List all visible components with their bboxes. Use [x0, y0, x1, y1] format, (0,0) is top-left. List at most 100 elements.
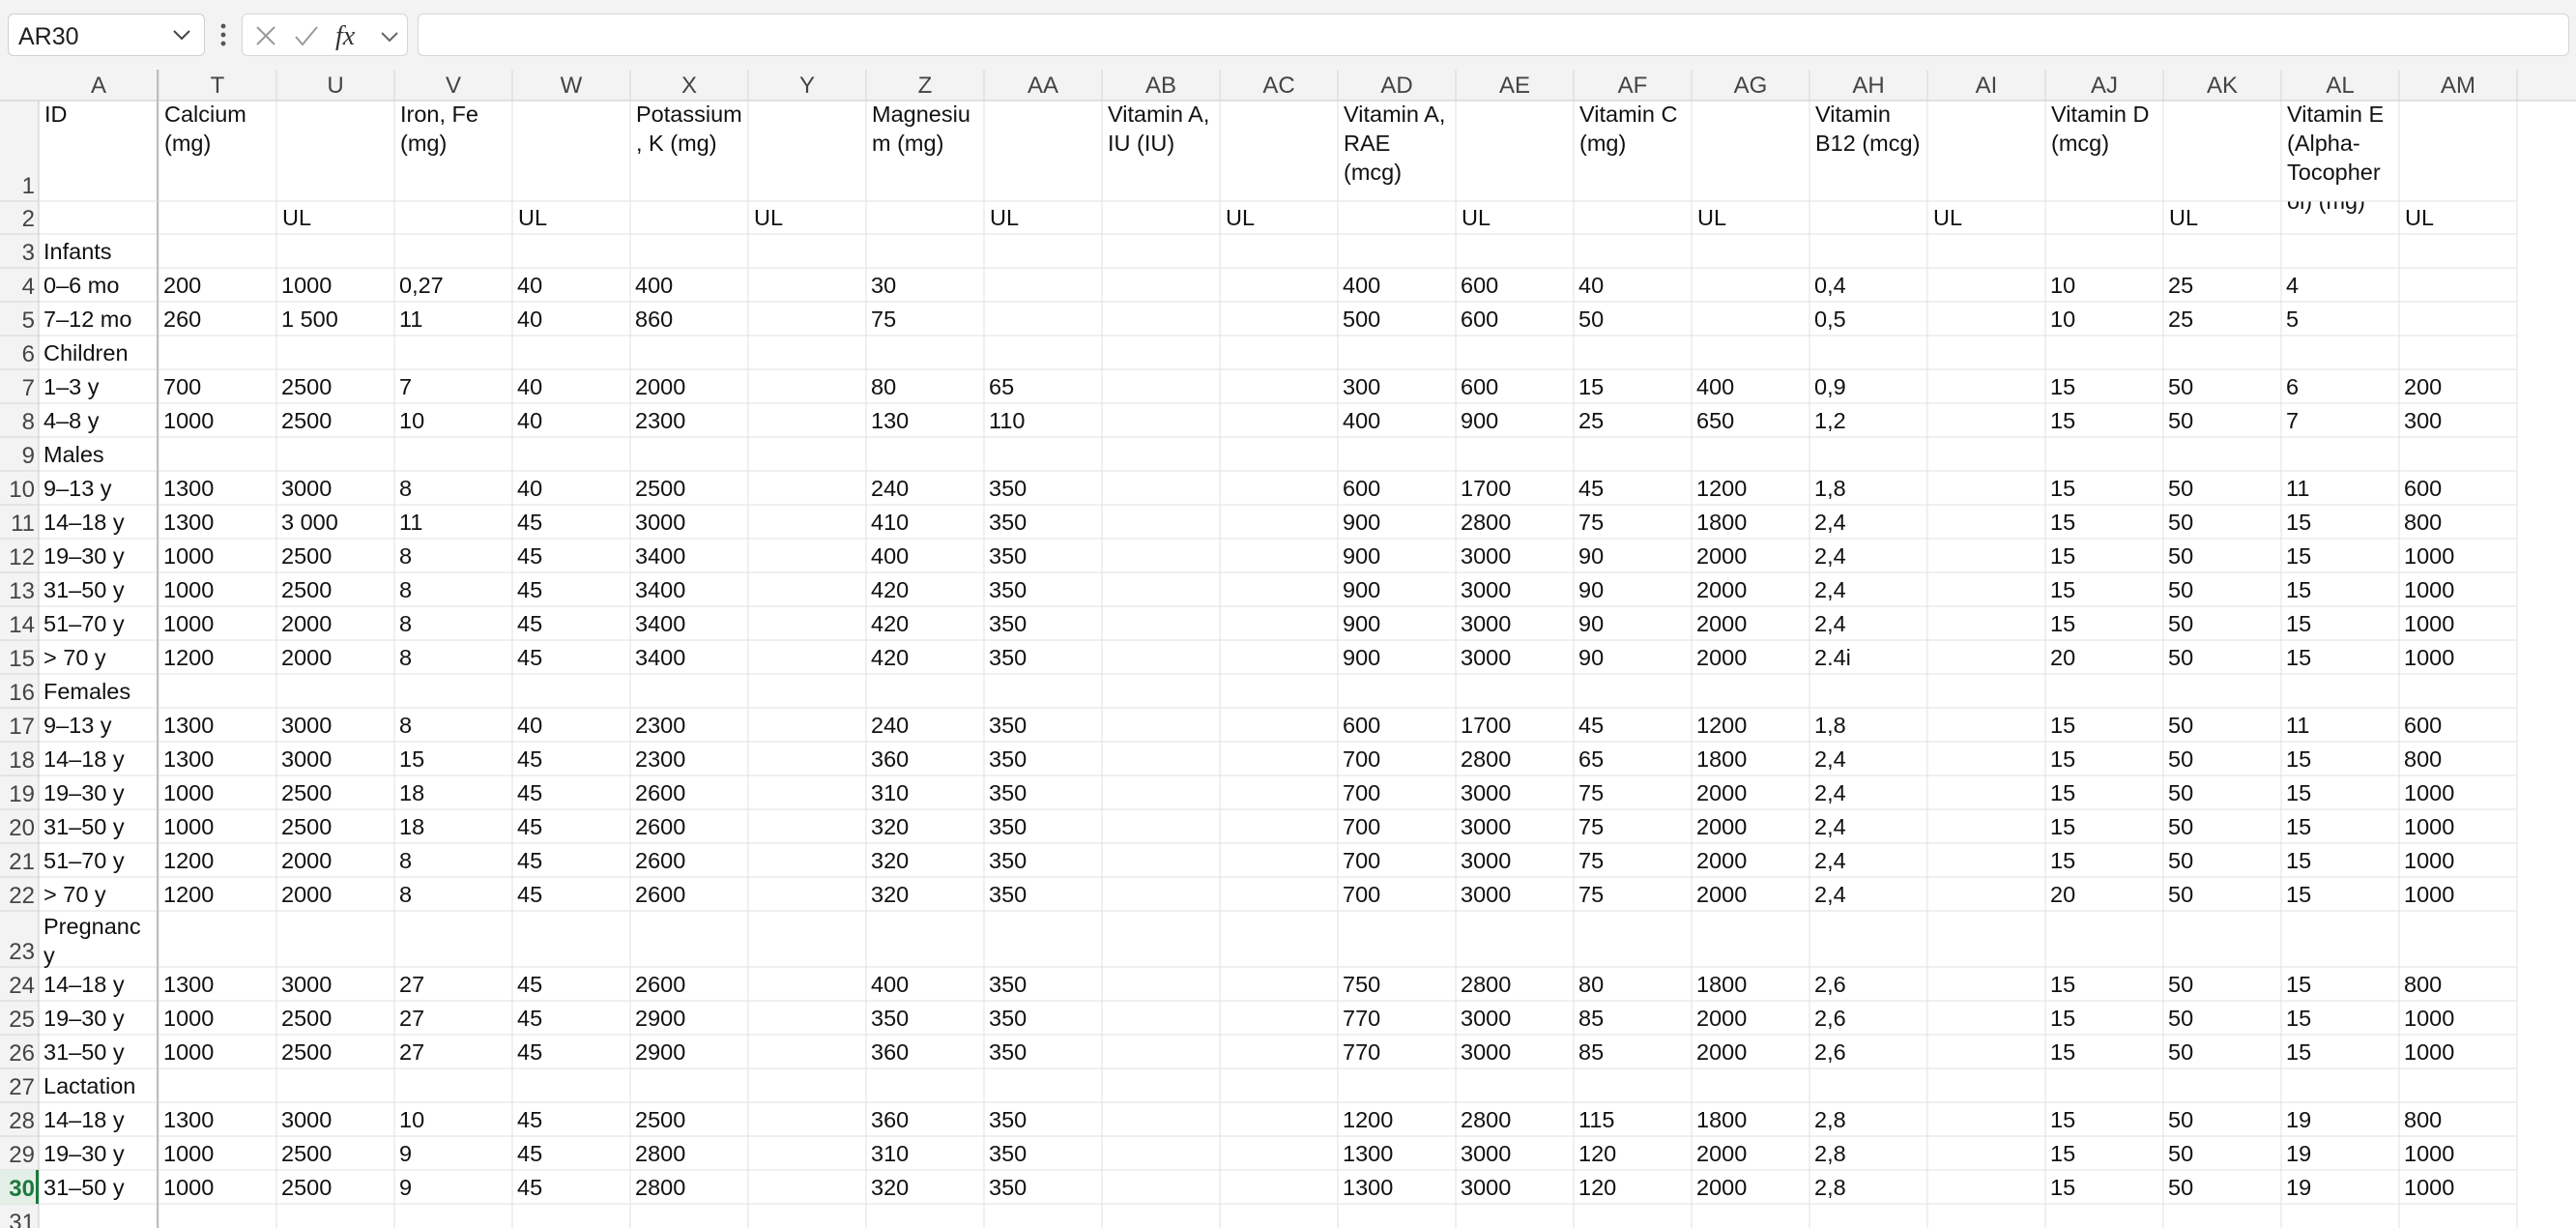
row-header-31[interactable]: 31 [9, 1210, 35, 1228]
row-header-24[interactable]: 24 [9, 973, 35, 999]
row-header-12[interactable]: 12 [9, 544, 35, 570]
cell-al5[interactable]: 5 [2286, 307, 2299, 332]
cell-ad12[interactable]: 900 [1343, 543, 1380, 569]
formula-input[interactable] [418, 14, 2569, 56]
cell-x29[interactable]: 2800 [635, 1141, 685, 1166]
cell-u28[interactable]: 3000 [281, 1107, 332, 1132]
header-cell-a[interactable]: ID [44, 102, 68, 127]
cell-z28[interactable]: 360 [871, 1107, 909, 1132]
cell-t15[interactable]: 1200 [163, 645, 214, 670]
cell-v25[interactable]: 27 [399, 1006, 424, 1031]
cell-ae29[interactable]: 3000 [1461, 1141, 1511, 1166]
header-cell-ab[interactable]: Vitamin A, [1108, 102, 1209, 127]
column-header-ai[interactable]: AI [1976, 73, 1998, 99]
cell-ah14[interactable]: 2,4 [1814, 611, 1846, 636]
cell-ag13[interactable]: 2000 [1696, 577, 1747, 602]
cell-ak20[interactable]: 50 [2168, 814, 2193, 839]
cell-aj19[interactable]: 15 [2050, 780, 2075, 805]
cell-aa25[interactable]: 350 [989, 1006, 1027, 1031]
cell-z8[interactable]: 130 [871, 408, 909, 433]
cell-aj21[interactable]: 15 [2050, 848, 2075, 873]
row-header-16[interactable]: 16 [9, 680, 35, 706]
cell-w7[interactable]: 40 [517, 374, 542, 399]
cell-am24[interactable]: 800 [2404, 972, 2442, 997]
header-cell-t[interactable]: Calcium [164, 102, 246, 127]
cell-ah19[interactable]: 2,4 [1814, 780, 1846, 805]
cell-t24[interactable]: 1300 [163, 972, 214, 997]
cell-aa15[interactable]: 350 [989, 645, 1027, 670]
cell-x7[interactable]: 2000 [635, 374, 685, 399]
cell-ae11[interactable]: 2800 [1461, 510, 1511, 535]
cell-al20[interactable]: 15 [2286, 814, 2311, 839]
cell-am12[interactable]: 1000 [2404, 543, 2454, 569]
cell-v20[interactable]: 18 [399, 814, 424, 839]
cell-w22[interactable]: 45 [517, 882, 542, 907]
cell-v17[interactable]: 8 [399, 713, 412, 738]
ul-label-ae[interactable]: UL [1462, 205, 1491, 230]
cell-u29[interactable]: 2500 [281, 1141, 332, 1166]
cell-aj25[interactable]: 15 [2050, 1006, 2075, 1031]
cell-ak26[interactable]: 50 [2168, 1039, 2193, 1065]
header-cell-x[interactable]: , K (mg) [636, 131, 717, 156]
cell-aj24[interactable]: 15 [2050, 972, 2075, 997]
cell-ah20[interactable]: 2,4 [1814, 814, 1846, 839]
row-header-3[interactable]: 3 [22, 240, 35, 266]
row-header-20[interactable]: 20 [9, 815, 35, 841]
cell-a21[interactable]: 51–70 y [43, 848, 125, 873]
cell-ak30[interactable]: 50 [2168, 1175, 2193, 1200]
cell-ae25[interactable]: 3000 [1461, 1006, 1511, 1031]
cell-aa24[interactable]: 350 [989, 972, 1027, 997]
cell-u26[interactable]: 2500 [281, 1039, 332, 1065]
cell-z29[interactable]: 310 [871, 1141, 909, 1166]
cell-am20[interactable]: 1000 [2404, 814, 2454, 839]
cell-w28[interactable]: 45 [517, 1107, 542, 1132]
cell-t13[interactable]: 1000 [163, 577, 214, 602]
cell-aj28[interactable]: 15 [2050, 1107, 2075, 1132]
cell-aa17[interactable]: 350 [989, 713, 1027, 738]
cell-ak7[interactable]: 50 [2168, 374, 2193, 399]
cell-a29[interactable]: 19–30 y [43, 1141, 125, 1166]
cell-w13[interactable]: 45 [517, 577, 542, 602]
cell-aj18[interactable]: 15 [2050, 746, 2075, 772]
row-header-7[interactable]: 7 [22, 375, 35, 401]
cell-u11[interactable]: 3 000 [281, 510, 338, 535]
cell-aj5[interactable]: 10 [2050, 307, 2075, 332]
cell-aj26[interactable]: 15 [2050, 1039, 2075, 1065]
cell-af19[interactable]: 75 [1578, 780, 1604, 805]
cell-af28[interactable]: 115 [1578, 1107, 1614, 1132]
cell-ad13[interactable]: 900 [1343, 577, 1380, 602]
cell-ak18[interactable]: 50 [2168, 746, 2193, 772]
cell-ah28[interactable]: 2,8 [1814, 1107, 1846, 1132]
spreadsheet-grid[interactable]: A T U V W X Y Z AA AB AC AD AE AF AG AH AI AJ AK AL AM 1 2 3 4 5 6… [0, 70, 2576, 1228]
row-header-15[interactable]: 15 [9, 646, 35, 672]
cell-am17[interactable]: 600 [2404, 713, 2442, 738]
cell-ad24[interactable]: 750 [1343, 972, 1380, 997]
cell-af8[interactable]: 25 [1578, 408, 1604, 433]
cell-ah5[interactable]: 0,5 [1814, 307, 1846, 332]
cell-ad22[interactable]: 700 [1343, 882, 1380, 907]
cell-a10[interactable]: 9–13 y [43, 476, 112, 501]
cell-ak29[interactable]: 50 [2168, 1141, 2193, 1166]
cell-ak11[interactable]: 50 [2168, 510, 2193, 535]
cell-am29[interactable]: 1000 [2404, 1141, 2454, 1166]
cell-af18[interactable]: 65 [1578, 746, 1604, 772]
column-header-y[interactable]: Y [799, 73, 815, 99]
fx-icon[interactable]: fx [332, 20, 378, 51]
cell-ag18[interactable]: 1800 [1696, 746, 1747, 772]
cell-ae26[interactable]: 3000 [1461, 1039, 1511, 1065]
header-cell-v[interactable]: Iron, Fe [400, 102, 478, 127]
cell-aj14[interactable]: 15 [2050, 611, 2075, 636]
cell-ad28[interactable]: 1200 [1343, 1107, 1393, 1132]
cell-z13[interactable]: 420 [871, 577, 909, 602]
column-header-ad[interactable]: AD [1380, 73, 1412, 99]
cell-al15[interactable]: 15 [2286, 645, 2311, 670]
cell-v29[interactable]: 9 [399, 1141, 412, 1166]
cell-u21[interactable]: 2000 [281, 848, 332, 873]
cell-ah17[interactable]: 1,8 [1814, 713, 1846, 738]
cell-am19[interactable]: 1000 [2404, 780, 2454, 805]
cell-z18[interactable]: 360 [871, 746, 909, 772]
cell-aa26[interactable]: 350 [989, 1039, 1027, 1065]
cell-x18[interactable]: 2300 [635, 746, 685, 772]
cell-af7[interactable]: 15 [1578, 374, 1604, 399]
cell-af25[interactable]: 85 [1578, 1006, 1604, 1031]
